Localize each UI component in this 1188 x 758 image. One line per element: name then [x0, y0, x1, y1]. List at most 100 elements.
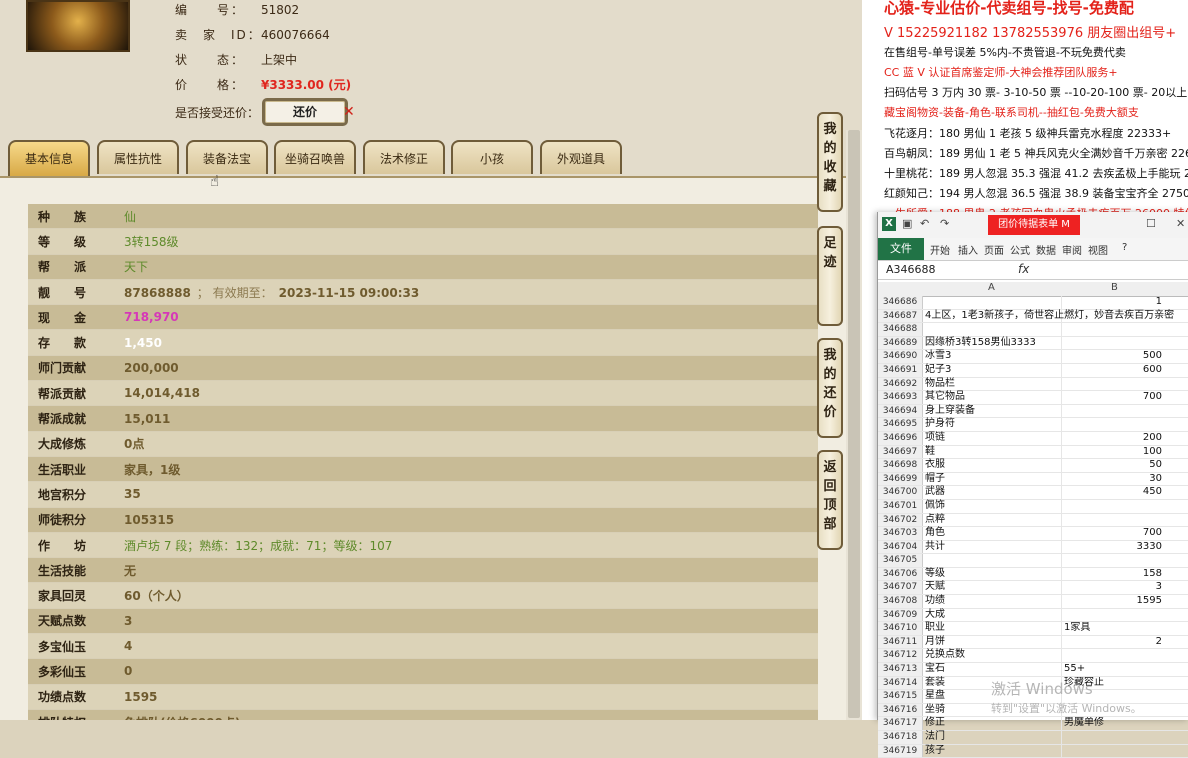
cell-a[interactable]: 共计	[923, 540, 1062, 554]
cell-b[interactable]: 3330	[1062, 541, 1178, 554]
cell-b[interactable]: 200	[1062, 432, 1178, 445]
counter-offer-button[interactable]: 还价	[262, 98, 348, 126]
cell-a[interactable]: 点粹	[923, 513, 1062, 527]
row-number[interactable]: 346710	[878, 622, 923, 635]
row-number[interactable]: 346687	[878, 309, 923, 323]
cell-a[interactable]: 等级	[923, 567, 1062, 581]
close-icon[interactable]: ✕	[1176, 217, 1185, 230]
cell-b[interactable]: 100	[1062, 446, 1178, 459]
row-number[interactable]: 346695	[878, 418, 923, 431]
row-number[interactable]: 346703	[878, 527, 923, 540]
row-number[interactable]: 346699	[878, 472, 923, 486]
cell-b[interactable]: 男魔单修	[1062, 717, 1164, 730]
row-number[interactable]: 346689	[878, 336, 923, 350]
cell-a[interactable]: 孩子	[923, 744, 1062, 758]
row-number[interactable]: 346702	[878, 513, 923, 527]
row-number[interactable]: 346696	[878, 431, 923, 445]
close-icon[interactable]: ✕	[343, 104, 355, 120]
cell-a[interactable]: 4上区，1老3新孩子，倚世容止燃灯，妙音去疾百万亲密	[923, 309, 1174, 323]
cell-b[interactable]	[1062, 731, 1178, 744]
cell-a[interactable]: 宝石	[923, 663, 1062, 676]
cell-a[interactable]: 其它物品	[923, 391, 1062, 404]
cell-a[interactable]: 月饼	[923, 635, 1062, 649]
cell-a[interactable]: 法门	[923, 731, 1062, 744]
row-number[interactable]: 346691	[878, 363, 923, 377]
cell-b[interactable]: 1家具	[1062, 622, 1164, 635]
tab-basic-info[interactable]: 基本信息	[8, 140, 90, 176]
row-number[interactable]: 346717	[878, 717, 923, 730]
row-number[interactable]: 346712	[878, 649, 923, 663]
row-number[interactable]: 346715	[878, 690, 923, 703]
redo-icon[interactable]: ↷	[940, 217, 949, 230]
row-number[interactable]: 346713	[878, 663, 923, 676]
cell-b[interactable]: 50	[1062, 459, 1178, 472]
my-offers-button[interactable]: 我的还价	[817, 338, 843, 438]
tab-children[interactable]: 小孩	[451, 140, 533, 174]
cell-b[interactable]: 450	[1062, 486, 1178, 499]
cell-b[interactable]	[1062, 500, 1178, 513]
undo-icon[interactable]: ↶	[920, 217, 929, 230]
help-icon[interactable]: ?	[1122, 242, 1127, 253]
cell-b[interactable]	[1062, 405, 1178, 418]
cell-a[interactable]: 物品栏	[923, 377, 1062, 391]
row-number[interactable]: 346693	[878, 391, 923, 404]
row-number[interactable]: 346688	[878, 323, 923, 336]
cell-b[interactable]: 700	[1062, 391, 1178, 404]
cell-b[interactable]	[1062, 310, 1178, 323]
cell-a[interactable]: 修正	[923, 717, 1062, 730]
cell-a[interactable]: 护身符	[923, 418, 1062, 431]
cell-b[interactable]: 3	[1062, 581, 1178, 594]
tab-attributes[interactable]: 属性抗性	[97, 140, 179, 174]
ribbon-tab-formulas[interactable]: 公式	[1010, 242, 1030, 257]
tab-cosmetics[interactable]: 外观道具	[540, 140, 622, 174]
function-icon[interactable]: fx	[1018, 262, 1029, 276]
scrollbar-thumb[interactable]	[848, 130, 860, 718]
tab-mounts-pets[interactable]: 坐骑召唤兽	[274, 140, 356, 174]
row-number[interactable]: 346716	[878, 703, 923, 717]
ribbon-tab-insert[interactable]: 插入	[958, 242, 978, 257]
cell-b[interactable]	[1062, 609, 1178, 622]
row-number[interactable]: 346694	[878, 404, 923, 418]
cell-b[interactable]: 600	[1062, 364, 1178, 377]
column-header-a[interactable]: A	[988, 282, 995, 293]
history-button[interactable]: 足迹	[817, 226, 843, 326]
cell-b[interactable]: 700	[1062, 527, 1178, 540]
cell-a[interactable]: 武器	[923, 486, 1062, 499]
ribbon-tab-view[interactable]: 视图	[1088, 242, 1108, 257]
file-tab[interactable]: 文件	[878, 238, 924, 260]
cell-b[interactable]	[1062, 337, 1178, 350]
cell-b[interactable]: 1	[1062, 296, 1178, 309]
cell-a[interactable]: 衣服	[923, 459, 1062, 472]
maximize-icon[interactable]: ☐	[1146, 217, 1156, 230]
cell-b[interactable]: 1595	[1062, 595, 1178, 608]
row-number[interactable]: 346700	[878, 486, 923, 499]
tab-spell-modifiers[interactable]: 法术修正	[363, 140, 445, 174]
cell-a[interactable]: 职业	[923, 622, 1062, 635]
row-number[interactable]: 346686	[878, 296, 923, 309]
favorites-button[interactable]: 我的收藏	[817, 112, 843, 212]
cell-b[interactable]: 158	[1062, 568, 1178, 581]
row-number[interactable]: 346708	[878, 595, 923, 608]
ribbon-tab-review[interactable]: 审阅	[1062, 242, 1082, 257]
row-number[interactable]: 346711	[878, 635, 923, 649]
cell-b[interactable]	[1062, 323, 1178, 336]
cell-b[interactable]	[1062, 514, 1178, 527]
row-number[interactable]: 346719	[878, 744, 923, 758]
column-header-b[interactable]: B	[1111, 282, 1118, 293]
row-number[interactable]: 346690	[878, 350, 923, 363]
cell-a[interactable]: 妃子3	[923, 363, 1062, 377]
cell-a[interactable]	[923, 554, 1062, 567]
cell-a[interactable]	[923, 323, 1062, 336]
cell-a[interactable]: 功绩	[923, 595, 1062, 608]
save-icon[interactable]: ▣	[902, 217, 912, 230]
row-number[interactable]: 346704	[878, 540, 923, 554]
row-number[interactable]: 346701	[878, 499, 923, 513]
cell-a[interactable]: 鞋	[923, 445, 1062, 459]
ribbon-tab-layout[interactable]: 页面	[984, 242, 1004, 257]
cell-a[interactable]: 角色	[923, 527, 1062, 540]
row-number[interactable]: 346718	[878, 731, 923, 744]
cell-a[interactable]: 冰雪3	[923, 350, 1062, 363]
cell-a[interactable]: 身上穿装备	[923, 404, 1062, 418]
row-number[interactable]: 346697	[878, 445, 923, 459]
tab-equipment[interactable]: 装备法宝	[186, 140, 268, 174]
